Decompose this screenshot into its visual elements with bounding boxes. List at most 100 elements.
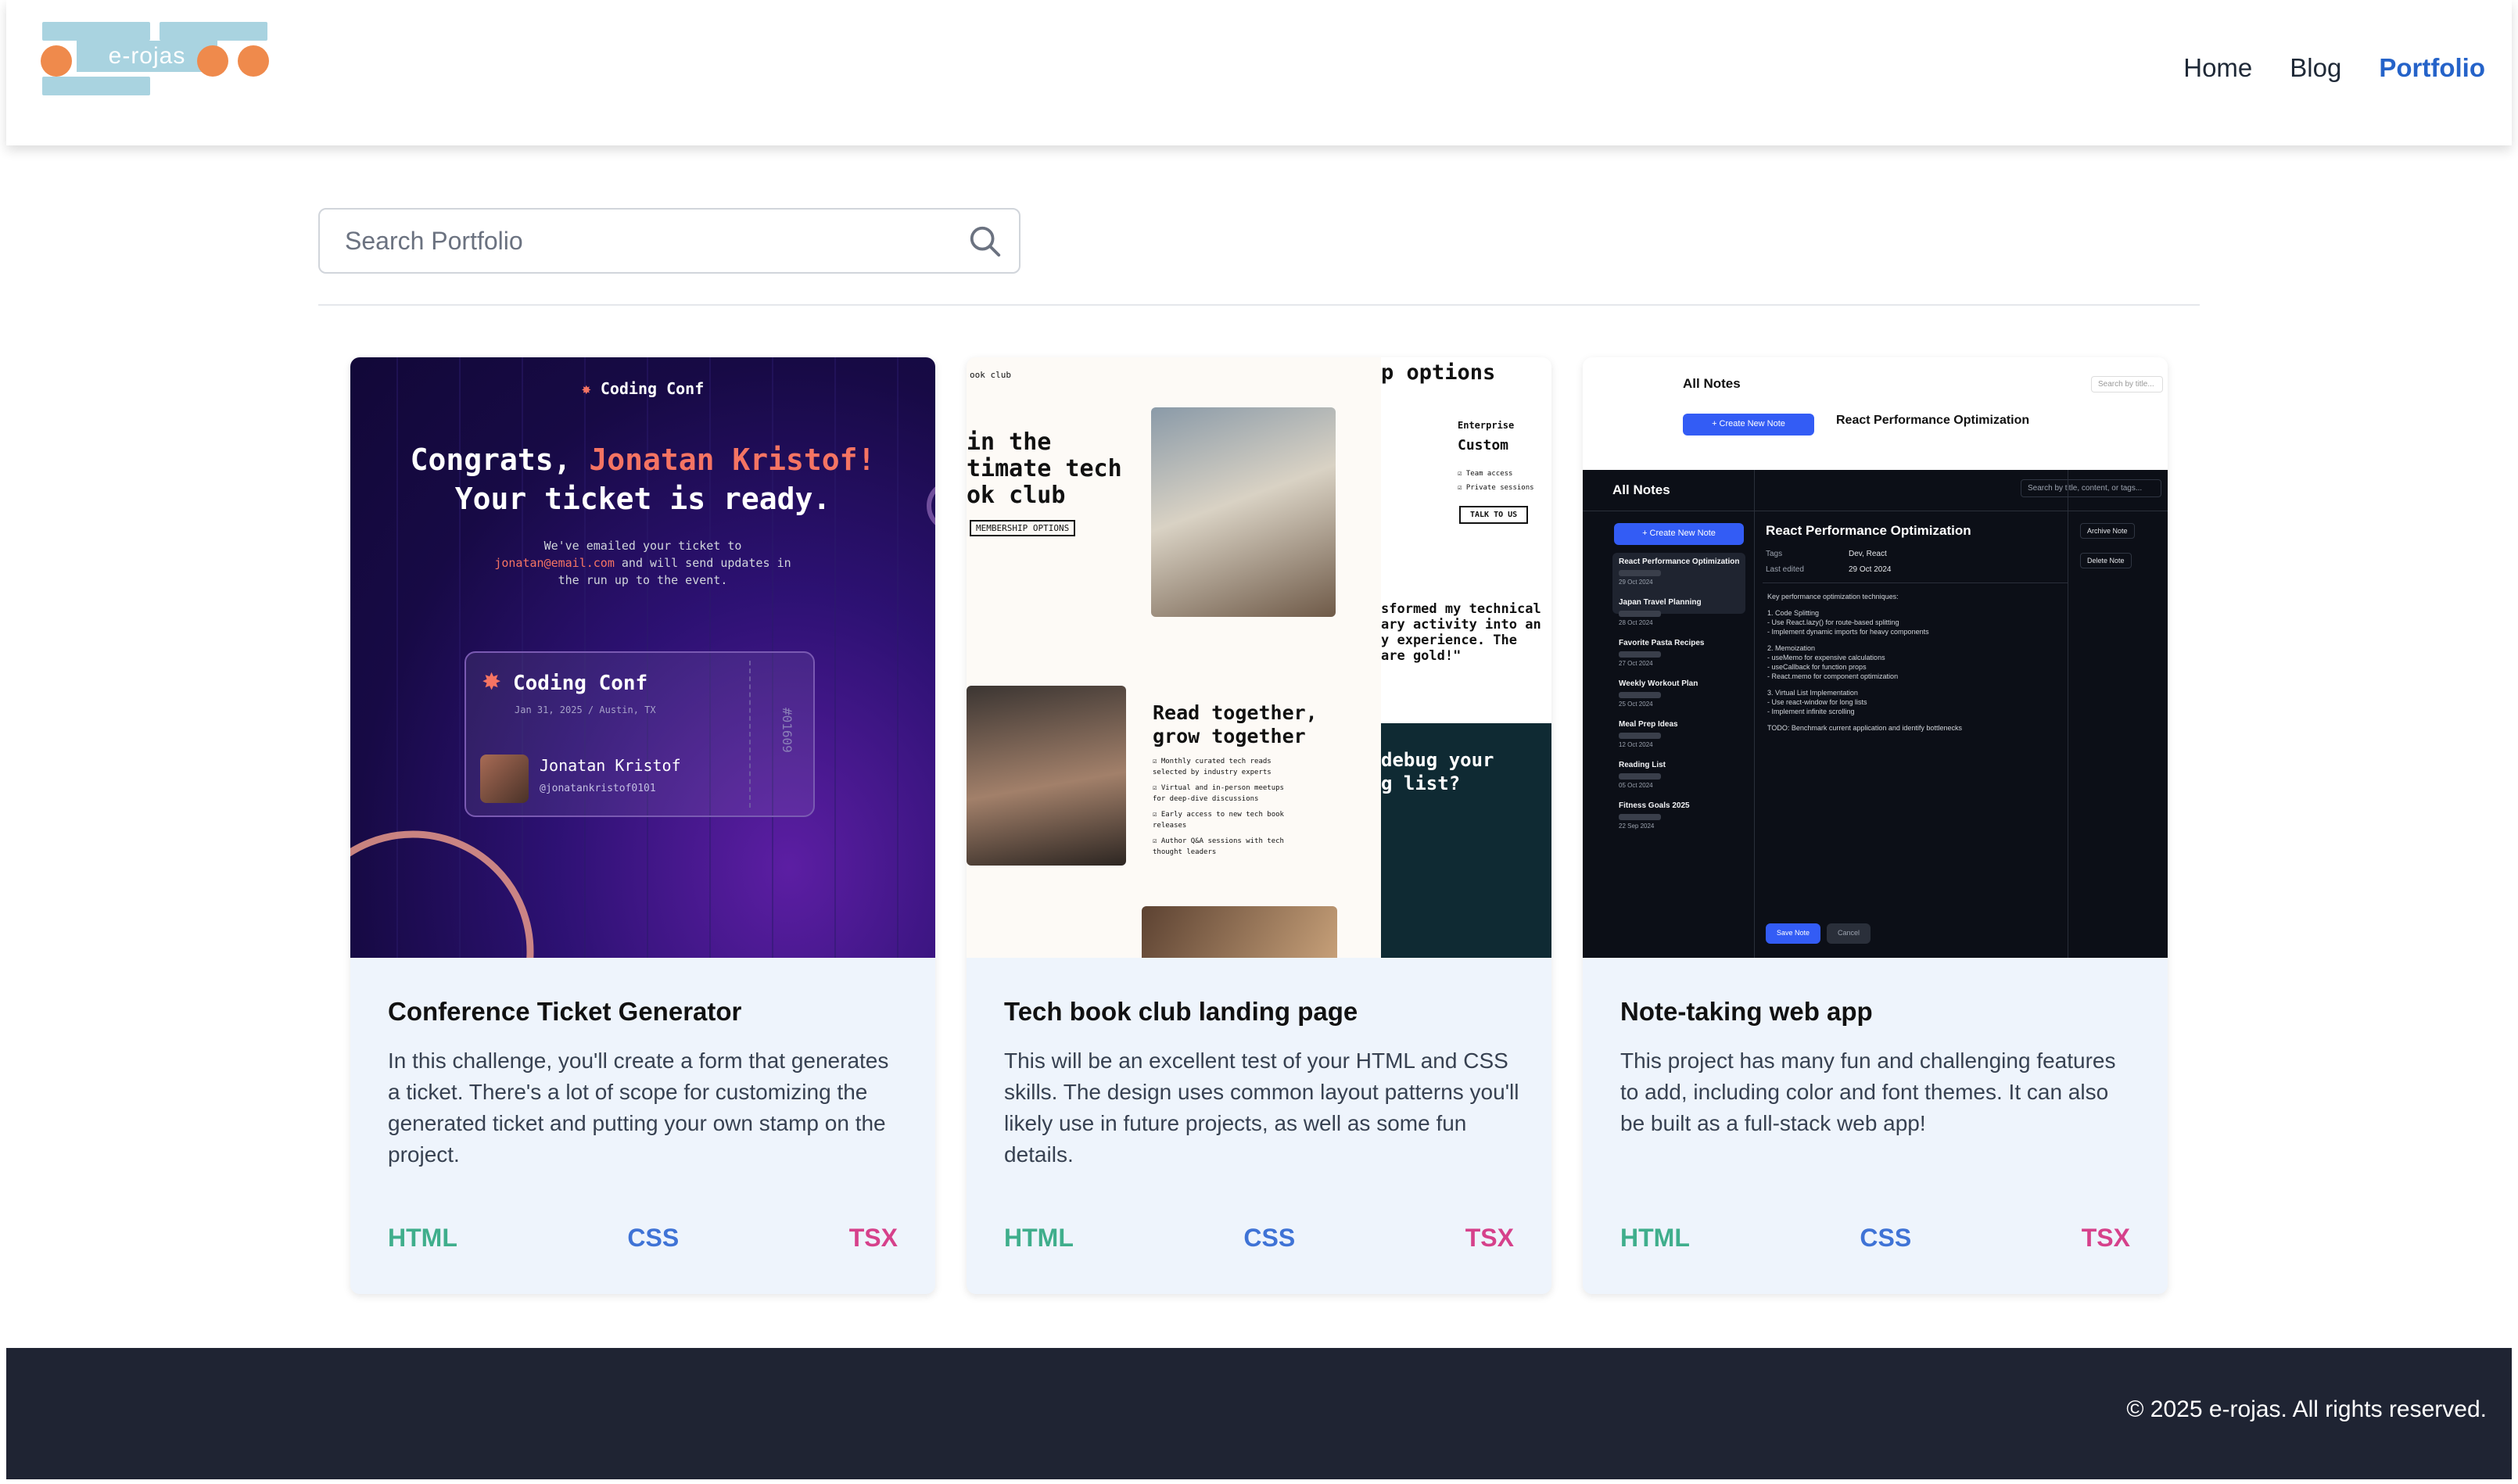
preview-note-tags [1619, 814, 1661, 820]
card-title[interactable]: Tech book club landing page [1004, 997, 1520, 1027]
preview-cancel-button: Cancel [1827, 923, 1871, 944]
preview-note-line: - React.memo for component optimization [1767, 672, 1899, 680]
tag-css: CSS [1860, 1224, 1912, 1252]
preview-note-date: 22 Sep 2024 [1619, 823, 1655, 830]
preview-divider [1763, 582, 2068, 583]
preview-options-heading: p options [1381, 360, 1496, 385]
preview-note-line: TODO: Benchmark current application and … [1767, 724, 1962, 732]
preview-note-line: - useMemo for expensive calculations [1767, 654, 1885, 661]
preview-note-title: Japan Travel Planning [1619, 598, 1702, 607]
preview-note-item: Weekly Workout Plan 25 Oct 2024 [1619, 679, 1744, 708]
preview-title: All Notes [1683, 376, 1741, 391]
tag-html: HTML [388, 1224, 457, 1252]
preview-archive-button: Archive Note [2080, 523, 2135, 539]
preview-note-item: React Performance Optimization 29 Oct 202… [1619, 557, 1744, 586]
preview-photo [967, 686, 1126, 866]
preview-ticket: ✸ Coding Conf Jan 31, 2025 / Austin, TX … [465, 651, 815, 817]
search-icon[interactable] [967, 224, 1003, 260]
preview-note-line: - useCallback for function props [1767, 663, 1867, 671]
tag-css: CSS [627, 1224, 680, 1252]
preview-note-line: - Use React.lazy() for route-based split… [1767, 618, 1899, 626]
card-title[interactable]: Conference Ticket Generator [388, 997, 904, 1027]
ticket-title: Coding Conf [513, 672, 648, 695]
card-body: Tech book club landing page This will be… [1004, 997, 1520, 1170]
preview-create-button: + Create New Note [1683, 414, 1814, 436]
project-thumbnail[interactable]: All Notes Search by title... + Create Ne… [1583, 357, 2168, 958]
preview-note-date: 12 Oct 2024 [1619, 741, 1653, 748]
project-card[interactable]: ✸ Coding Conf Congrats, Jonatan Kristof!… [350, 357, 935, 1294]
search-box [318, 208, 1020, 274]
logo-bar [42, 22, 150, 41]
preview-note-title: Weekly Workout Plan [1619, 679, 1698, 688]
preview-save-button: Save Note [1766, 923, 1820, 944]
nav-home-link[interactable]: Home [2183, 53, 2252, 83]
preview-quote: sformed my technical ary activity into a… [1381, 601, 1541, 664]
preview-note-line: 2. Memoization [1767, 644, 1816, 652]
preview-plan-price: Custom [1458, 437, 1509, 453]
logo-star-icon: ✸ [482, 669, 502, 695]
ticket-number: #01609 [780, 708, 794, 753]
preview-note-line: - Use react-window for long lists [1767, 698, 1867, 706]
preview-note-line: 3. Virtual List Implementation [1767, 689, 1858, 697]
preview-tags-meta: Tags [1766, 550, 1783, 558]
logo-bar [160, 22, 267, 41]
tech-tags: HTML CSS TSX [388, 1224, 898, 1253]
preview-note-line: - Implement dynamic imports for heavy co… [1767, 628, 1929, 636]
preview-plan: Enterprise [1458, 420, 1515, 431]
preview-note-body: Key performance optimization techniques:… [1767, 592, 2064, 733]
project-thumbnail[interactable]: ✸ Coding Conf Congrats, Jonatan Kristof!… [350, 357, 935, 958]
ticket-perforation [749, 661, 751, 808]
preview-heading: Read together, grow together [1153, 701, 1318, 747]
copyright-text: © 2025 e-rojas. All rights reserved. [2126, 1396, 2487, 1422]
preview-edited-meta: Last edited [1766, 565, 1804, 574]
preview-note-title: Reading List [1619, 761, 1666, 769]
tag-css: CSS [1243, 1224, 1296, 1252]
preview-note-title: Favorite Pasta Recipes [1619, 639, 1705, 647]
preview-note-date: 27 Oct 2024 [1619, 660, 1653, 667]
preview-note-date: 28 Oct 2024 [1619, 619, 1653, 626]
preview-list: ☑ Monthly curated tech reads selected by… [1153, 758, 1284, 856]
tag-html: HTML [1004, 1224, 1074, 1252]
tech-tags: HTML CSS TSX [1004, 1224, 1514, 1253]
preview-search: Search by title... [2091, 376, 2163, 393]
site-footer: © 2025 e-rojas. All rights reserved. [6, 1348, 2512, 1479]
preview-note-tags [1619, 651, 1661, 658]
tech-tags: HTML CSS TSX [1620, 1224, 2130, 1253]
preview-title: All Notes [1612, 482, 1670, 497]
preview-talk-button: TALK TO US [1459, 506, 1529, 524]
preview-brand: ✸ Coding Conf [581, 379, 705, 398]
preview-tags-value: Dev, React [1849, 550, 1887, 558]
tag-tsx: TSX [1465, 1224, 1514, 1252]
card-title[interactable]: Note-taking web app [1620, 997, 2136, 1027]
tag-html: HTML [1620, 1224, 1690, 1252]
preview-note-title: Fitness Goals 2025 [1619, 801, 1690, 810]
card-description: This project has many fun and challengin… [1620, 1048, 2116, 1135]
search-input[interactable] [320, 210, 961, 272]
preview-note-title: React Performance Optimization [1619, 557, 1740, 566]
preview-notes-list: React Performance Optimization 29 Oct 202… [1619, 557, 1744, 842]
preview-note-title: React Performance Optimization [1836, 414, 2030, 427]
nav-portfolio-link[interactable]: Portfolio [2379, 53, 2485, 83]
preview-photo [1142, 906, 1337, 958]
preview-note-line: Key performance optimization techniques: [1767, 593, 1899, 600]
project-thumbnail[interactable]: ook club in the timate tech ok club MEMB… [967, 357, 1551, 958]
preview-hero: in the timate tech ok club [967, 428, 1122, 509]
project-card[interactable]: ook club in the timate tech ok club MEMB… [967, 357, 1551, 1294]
project-card[interactable]: All Notes Search by title... + Create Ne… [1583, 357, 2168, 1294]
preview-subtext: We've emailed your ticket to jonatan@ema… [494, 539, 791, 587]
preview-note-title: Meal Prep Ideas [1619, 720, 1678, 729]
preview-create-button: + Create New Note [1614, 523, 1744, 545]
card-description: In this challenge, you'll create a form … [388, 1048, 889, 1167]
logo-text: e-rojas [77, 41, 217, 72]
preview-light-window: All Notes Search by title... + Create Ne… [1583, 357, 2168, 470]
card-description: This will be an excellent test of your H… [1004, 1048, 1519, 1167]
nav-blog-link[interactable]: Blog [2290, 53, 2341, 83]
preview-note-item: Favorite Pasta Recipes 27 Oct 2024 [1619, 639, 1744, 667]
preview-note-item: Reading List 05 Oct 2024 [1619, 761, 1744, 789]
preview-cta: MEMBERSHIP OPTIONS [970, 520, 1076, 536]
logo[interactable]: e-rojas [34, 20, 269, 100]
preview-heading: Congrats, Jonatan Kristof! Your ticket i… [410, 443, 876, 516]
divider [318, 304, 2200, 306]
preview-note-date: 25 Oct 2024 [1619, 701, 1653, 708]
card-body: Conference Ticket Generator In this chal… [388, 997, 904, 1170]
